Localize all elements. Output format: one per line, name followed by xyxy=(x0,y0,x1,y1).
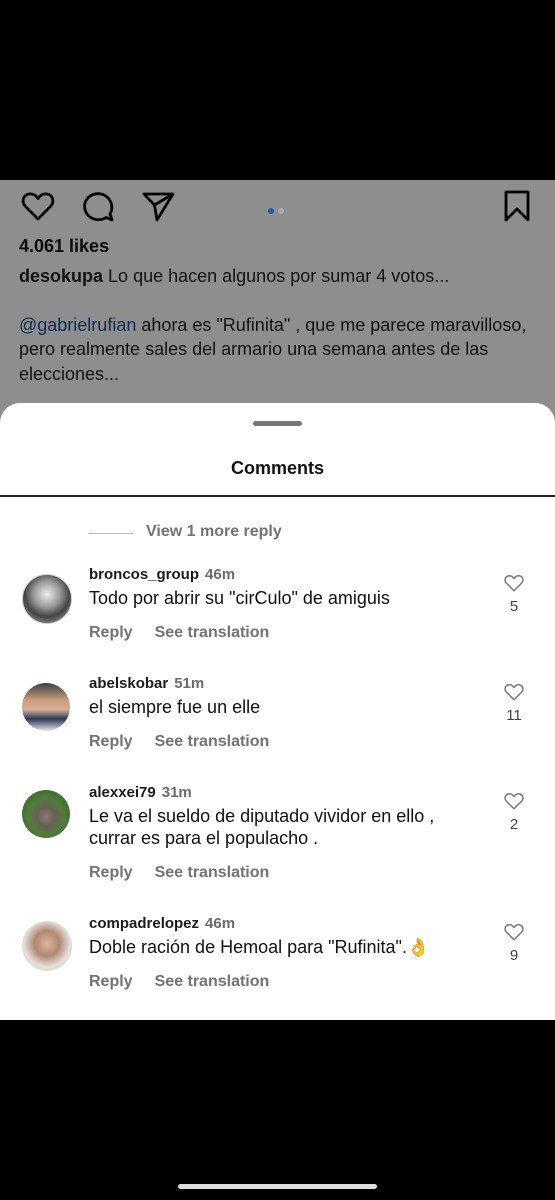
sheet-drag-handle[interactable] xyxy=(253,421,302,426)
caption-text-line1: Lo que hacen algunos por sumar 4 votos..… xyxy=(108,266,450,286)
comment-item: broncos_group 46m Todo por abrir su "cirC… xyxy=(0,566,555,656)
heart-icon[interactable] xyxy=(503,572,525,594)
comment-like-count: 2 xyxy=(509,816,519,833)
caption-text-line2: ahora es "Rufinita" , que me parece mara… xyxy=(141,314,527,335)
reply-button[interactable]: Reply xyxy=(89,624,133,641)
comment-actions: Reply See translation xyxy=(89,624,269,642)
comment-like-count: 9 xyxy=(509,947,519,964)
carousel-indicator xyxy=(268,201,288,219)
reply-button[interactable]: Reply xyxy=(89,973,133,990)
comment-text: Le va el sueldo de diputado vividor en e… xyxy=(89,806,435,848)
comment-like-count: 11 xyxy=(506,707,522,724)
see-translation-button[interactable]: See translation xyxy=(155,973,270,990)
comment-item: alexxei79 31m Le va el sueldo de diputado… xyxy=(0,784,555,894)
heart-icon[interactable] xyxy=(503,681,525,703)
comment-actions: Reply See translation xyxy=(89,973,269,991)
comment-text: el siempre fue un elle xyxy=(89,697,261,717)
caption-text-line3: pero realmente sales del armario una sem… xyxy=(19,339,489,359)
see-translation-button[interactable]: See translation xyxy=(155,864,270,881)
comment-time: 46m xyxy=(205,915,236,932)
avatar[interactable] xyxy=(22,574,72,624)
avatar[interactable] xyxy=(22,921,72,971)
comments-sheet: Comments View 1 more reply broncos_group… xyxy=(0,403,555,1020)
heart-icon[interactable] xyxy=(503,921,525,943)
comment-item: abelskobar 51m el siempre fue un elle Rep… xyxy=(0,675,555,765)
comment-header: alexxei79 31m xyxy=(89,784,192,801)
caption-username[interactable]: desokupa xyxy=(19,266,103,286)
comment-item: compadrelopez 46m Doble ración de Hemoal … xyxy=(0,915,555,1005)
view-more-replies-label[interactable]: View 1 more reply xyxy=(146,523,282,541)
carousel-dot-active xyxy=(268,208,274,214)
sheet-title: Comments xyxy=(230,458,324,478)
reply-button[interactable]: Reply xyxy=(89,733,133,750)
comment-text: Todo por abrir su "cirCulo" de amiguis xyxy=(89,588,390,608)
heart-icon[interactable] xyxy=(20,188,56,224)
comment-username[interactable]: broncos_group xyxy=(89,566,199,583)
avatar[interactable] xyxy=(22,683,70,731)
comment-actions: Reply See translation xyxy=(89,733,269,751)
carousel-dot xyxy=(278,208,284,214)
caption-text-line4: elecciones... xyxy=(19,363,120,384)
comment-icon[interactable] xyxy=(80,188,116,224)
comment-username[interactable]: alexxei79 xyxy=(89,784,156,801)
sheet-divider xyxy=(0,495,555,497)
comment-header: broncos_group 46m xyxy=(89,566,235,583)
comment-like-count: 5 xyxy=(509,598,519,615)
heart-icon[interactable] xyxy=(503,790,525,812)
see-translation-button[interactable]: See translation xyxy=(155,733,270,750)
see-translation-button[interactable]: See translation xyxy=(155,624,270,641)
post-caption: desokupa Lo que hacen algunos por sumar … xyxy=(19,264,544,386)
comment-header: abelskobar 51m xyxy=(89,675,204,692)
comment-username[interactable]: abelskobar xyxy=(89,675,168,692)
comment-time: 51m xyxy=(174,675,205,692)
comment-time: 46m xyxy=(205,566,236,583)
comment-username[interactable]: compadrelopez xyxy=(89,915,199,932)
home-indicator[interactable] xyxy=(178,1184,377,1189)
likes-count[interactable]: 4.061 likes xyxy=(19,236,109,257)
comment-text: Doble ración de Hemoal para "Rufinita".👌 xyxy=(89,937,430,957)
avatar[interactable] xyxy=(22,790,70,838)
send-icon[interactable] xyxy=(140,188,176,224)
reply-thread-line xyxy=(89,533,133,534)
caption-mention[interactable]: @gabrielrufian xyxy=(19,315,136,335)
bookmark-icon[interactable] xyxy=(499,188,535,224)
comment-time: 31m xyxy=(161,784,192,801)
comment-actions: Reply See translation xyxy=(89,864,269,882)
reply-button[interactable]: Reply xyxy=(89,864,133,881)
comment-header: compadrelopez 46m xyxy=(89,915,235,932)
